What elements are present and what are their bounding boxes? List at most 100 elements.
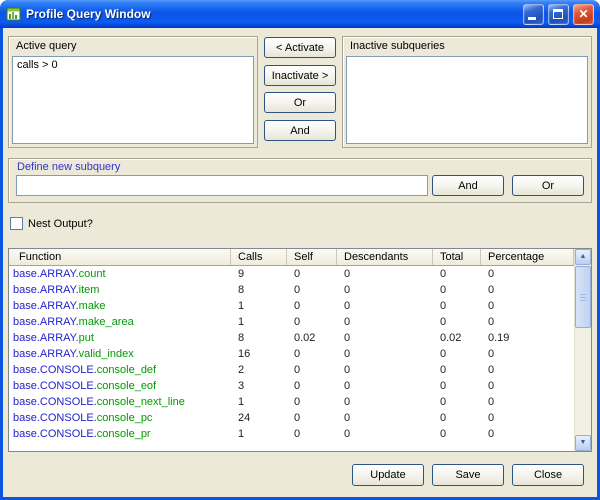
function-cluster: base.: [13, 316, 40, 328]
percentage-cell: 0: [481, 394, 574, 410]
inactive-subqueries-list[interactable]: [346, 56, 588, 144]
descendants-cell: 0: [337, 282, 433, 298]
vertical-scrollbar[interactable]: ▲ ▼: [574, 249, 591, 451]
column-header-descendants[interactable]: Descendants: [337, 249, 433, 265]
function-cluster: base.: [13, 300, 40, 312]
table-row[interactable]: base.CONSOLE.console_def 2 0 0 0 0: [9, 362, 574, 378]
function-class: CONSOLE.: [40, 412, 97, 424]
table-row[interactable]: base.CONSOLE.console_pc 24 0 0 0 0: [9, 410, 574, 426]
calls-cell: 3: [231, 378, 287, 394]
column-header-percentage[interactable]: Percentage: [481, 249, 574, 265]
self-cell: 0: [287, 410, 337, 426]
table-row[interactable]: base.CONSOLE.console_pr 1 0 0 0 0: [9, 426, 574, 442]
column-header-self[interactable]: Self: [287, 249, 337, 265]
inactivate-button[interactable]: Inactivate >: [264, 65, 336, 86]
or-button[interactable]: Or: [512, 175, 584, 196]
function-cell: base.CONSOLE.console_next_line: [9, 394, 231, 410]
percentage-cell: 0: [481, 282, 574, 298]
function-cell: base.ARRAY.valid_index: [9, 346, 231, 362]
or-transfer-button[interactable]: Or: [264, 92, 336, 113]
function-cell: base.ARRAY.count: [9, 266, 231, 282]
function-class: ARRAY.: [40, 300, 79, 312]
function-class: ARRAY.: [40, 348, 79, 360]
function-cell: base.ARRAY.make: [9, 298, 231, 314]
function-feature: console_eof: [97, 380, 156, 392]
maximize-button[interactable]: [548, 4, 569, 25]
table-row[interactable]: base.CONSOLE.console_next_line 1 0 0 0 0: [9, 394, 574, 410]
table-row[interactable]: base.ARRAY.put 8 0.02 0 0.02 0.19: [9, 330, 574, 346]
table-row[interactable]: base.ARRAY.item 8 0 0 0 0: [9, 282, 574, 298]
percentage-cell: 0: [481, 266, 574, 282]
function-feature: console_next_line: [97, 396, 185, 408]
inactive-subqueries-panel: Inactive subqueries: [342, 36, 592, 148]
function-cell: base.ARRAY.item: [9, 282, 231, 298]
and-transfer-button[interactable]: And: [264, 120, 336, 141]
function-cell: base.CONSOLE.console_pc: [9, 410, 231, 426]
scroll-down-icon: ▼: [576, 436, 590, 450]
inactive-subqueries-label: Inactive subqueries: [343, 37, 591, 55]
nest-output-checkbox[interactable]: [10, 217, 23, 230]
scroll-down-button[interactable]: ▼: [575, 435, 591, 451]
function-feature: item: [79, 284, 100, 296]
self-cell: 0: [287, 314, 337, 330]
subquery-input[interactable]: [16, 175, 428, 196]
function-cluster: base.: [13, 348, 40, 360]
percentage-cell: 0.19: [481, 330, 574, 346]
descendants-cell: 0: [337, 378, 433, 394]
percentage-cell: 0: [481, 426, 574, 442]
descendants-cell: 0: [337, 426, 433, 442]
self-cell: 0: [287, 282, 337, 298]
self-cell: 0: [287, 378, 337, 394]
close-button[interactable]: ✕: [573, 4, 594, 25]
descendants-cell: 0: [337, 394, 433, 410]
column-header-function[interactable]: Function: [9, 249, 231, 265]
function-cell: base.CONSOLE.console_eof: [9, 378, 231, 394]
total-cell: 0: [433, 298, 481, 314]
calls-cell: 9: [231, 266, 287, 282]
dialog-content: Active query calls > 0 < Activate Inacti…: [3, 28, 597, 497]
and-button[interactable]: And: [432, 175, 504, 196]
titlebar[interactable]: Profile Query Window ✕: [0, 0, 600, 28]
total-cell: 0.02: [433, 330, 481, 346]
self-cell: 0: [287, 394, 337, 410]
minimize-icon: [528, 17, 536, 20]
function-class: CONSOLE.: [40, 396, 97, 408]
column-header-total[interactable]: Total: [433, 249, 481, 265]
calls-cell: 1: [231, 314, 287, 330]
function-feature: console_pr: [97, 428, 151, 440]
table-row[interactable]: base.CONSOLE.console_eof 3 0 0 0 0: [9, 378, 574, 394]
active-query-label: Active query: [9, 37, 257, 55]
save-button[interactable]: Save: [432, 464, 504, 486]
scroll-up-button[interactable]: ▲: [575, 249, 591, 265]
column-header-calls[interactable]: Calls: [231, 249, 287, 265]
table-row[interactable]: base.ARRAY.count 9 0 0 0 0: [9, 266, 574, 282]
minimize-button[interactable]: [523, 4, 544, 25]
function-feature: valid_index: [79, 348, 134, 360]
maximize-icon: [553, 9, 563, 19]
table-row[interactable]: base.ARRAY.make 1 0 0 0 0: [9, 298, 574, 314]
calls-cell: 1: [231, 426, 287, 442]
function-class: CONSOLE.: [40, 364, 97, 376]
activate-button[interactable]: < Activate: [264, 37, 336, 58]
descendants-cell: 0: [337, 330, 433, 346]
percentage-cell: 0: [481, 298, 574, 314]
scrollbar-thumb[interactable]: [575, 266, 591, 328]
update-button[interactable]: Update: [352, 464, 424, 486]
close-dialog-button[interactable]: Close: [512, 464, 584, 486]
function-cell: base.ARRAY.make_area: [9, 314, 231, 330]
function-cluster: base.: [13, 428, 40, 440]
self-cell: 0: [287, 362, 337, 378]
calls-cell: 1: [231, 298, 287, 314]
function-feature: console_pc: [97, 412, 153, 424]
define-subquery-label: Define new subquery: [17, 161, 120, 173]
scroll-up-icon: ▲: [576, 250, 590, 264]
table-row[interactable]: base.ARRAY.make_area 1 0 0 0 0: [9, 314, 574, 330]
active-query-item[interactable]: calls > 0: [13, 57, 253, 74]
total-cell: 0: [433, 426, 481, 442]
function-feature: console_def: [97, 364, 156, 376]
table-row[interactable]: base.ARRAY.valid_index 16 0 0 0 0: [9, 346, 574, 362]
self-cell: 0: [287, 426, 337, 442]
descendants-cell: 0: [337, 266, 433, 282]
percentage-cell: 0: [481, 410, 574, 426]
active-query-list[interactable]: calls > 0: [12, 56, 254, 144]
